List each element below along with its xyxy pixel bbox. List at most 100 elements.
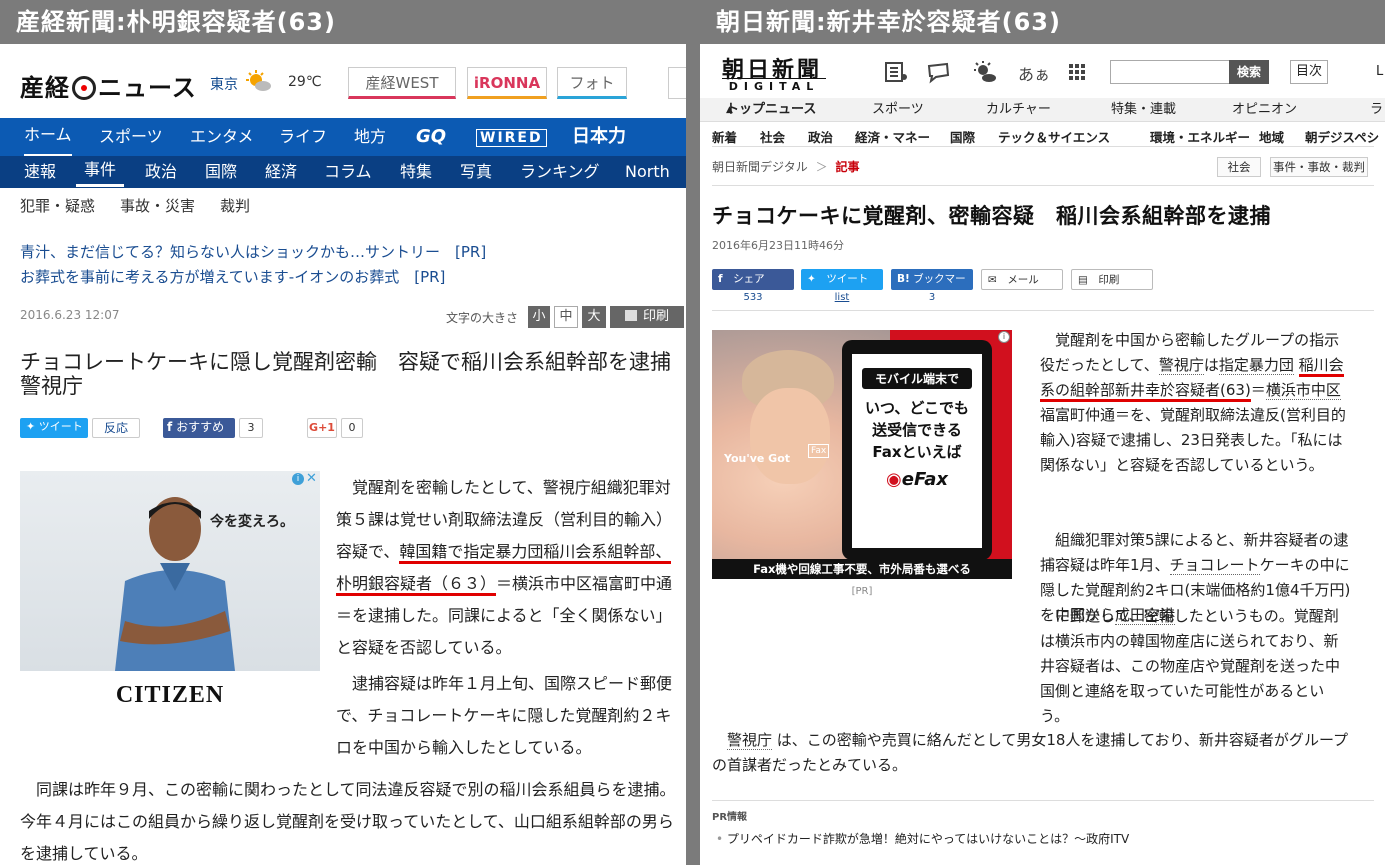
search-input[interactable] <box>1110 60 1230 84</box>
breadcrumb-home[interactable]: 朝日新聞デジタル <box>712 160 808 174</box>
link-keishicho-2[interactable]: 警視庁 <box>727 731 773 750</box>
subnav-ranking[interactable]: ランキング <box>520 156 600 188</box>
nav-overflow[interactable]: ラ <box>1370 98 1383 122</box>
ad-brand: CITIZEN <box>115 682 225 708</box>
facebook-button[interactable]: f おすすめ <box>163 418 235 438</box>
nav-sports[interactable]: スポーツ <box>99 118 163 156</box>
article-date: 2016.6.23 12:07 <box>20 308 120 322</box>
subnav-region[interactable]: 地域 <box>1259 127 1284 146</box>
tag-society[interactable]: 社会 <box>1217 157 1261 177</box>
nav-local[interactable]: 地方 <box>354 118 386 156</box>
subnav-column[interactable]: コラム <box>324 156 372 188</box>
nav-wired[interactable]: WIRED <box>476 129 547 147</box>
adchoices-icon[interactable]: i <box>998 331 1010 343</box>
link-yokohama-naka[interactable]: 横浜市中区 <box>1265 381 1341 400</box>
sun-cloud-icon <box>246 70 271 91</box>
main-nav: ホーム スポーツ エンタメ ライフ 地方 GQ WIRED 日本力 <box>0 118 686 156</box>
chat-icon[interactable] <box>926 60 952 84</box>
grid-menu-icon[interactable] <box>1064 60 1090 84</box>
right-banner: 朝日新聞:新井幸於容疑者(63) <box>700 0 1385 44</box>
tnav-crime[interactable]: 犯罪・疑惑 <box>20 195 95 216</box>
gplus-button[interactable]: G+1 <box>307 418 337 438</box>
subnav-world[interactable]: 国際 <box>950 127 975 146</box>
print-button[interactable]: 印刷 <box>610 306 684 328</box>
tweet-label: ツイート <box>38 420 83 433</box>
nav-culture[interactable]: カルチャー <box>986 98 1051 122</box>
nav-entame[interactable]: エンタメ <box>190 118 254 156</box>
font-size-toggle[interactable]: あぁ <box>1018 61 1050 85</box>
pr-link-1[interactable]: 青汁、まだ信じてる？知らない人はショックかも…サントリー [PR] <box>20 241 486 262</box>
weather-city: 東京 <box>210 77 238 93</box>
nav-life[interactable]: ライフ <box>279 118 327 156</box>
subnav-seiji[interactable]: 政治 <box>145 156 177 188</box>
ad-line3: 送受信できる <box>872 421 962 439</box>
tab-photo[interactable]: フォト <box>557 67 627 99</box>
tweet-reaction[interactable]: 反応 <box>92 418 140 438</box>
subnav-keizai[interactable]: 経済 <box>265 156 297 188</box>
link-inagawakai[interactable]: 稲川会 <box>1298 356 1344 377</box>
weather-icon[interactable] <box>972 60 998 84</box>
subnav-shashin[interactable]: 写真 <box>460 156 492 188</box>
p2-text-c: に郵送して、密輸したというもの。覚醒剤は横浜市内の韓国物産店に送られており、新井… <box>1040 607 1341 725</box>
font-large-button[interactable]: 大 <box>582 306 606 328</box>
nav-gq[interactable]: GQ <box>416 118 446 156</box>
link-chocolate[interactable]: チョコレート <box>1169 556 1260 575</box>
p1-text-b: は <box>1203 356 1219 374</box>
newspaper-icon[interactable] <box>883 60 909 84</box>
ad-line4: Faxといえば <box>872 443 962 461</box>
print-button[interactable]: ▤ 印刷 <box>1071 269 1153 290</box>
index-button[interactable]: 目次 <box>1290 60 1328 84</box>
subnav-sokuhou[interactable]: 速報 <box>24 156 56 188</box>
header-edge-text: L <box>1376 64 1384 79</box>
nav-opinion[interactable]: オピニオン <box>1232 98 1297 122</box>
link-shitei-boryokudan[interactable]: 指定暴力団 <box>1218 356 1294 375</box>
search-button[interactable]: 検索 <box>1229 60 1269 84</box>
subnav-tech[interactable]: テック＆サイエンス <box>998 127 1110 146</box>
sankei-logo[interactable]: 産経 ニュース <box>20 68 197 103</box>
ad-fax-tag: Fax <box>808 444 830 458</box>
tweet-label: ツイート <box>826 273 869 285</box>
pr-item[interactable]: • プリペイドカード詐欺が急増！絶対にやってはいけないことは？～政府ITV <box>716 830 1129 847</box>
tnav-accident[interactable]: 事故・災害 <box>120 195 195 216</box>
tweet-button[interactable]: ✦ ツイート <box>20 418 88 438</box>
pr-link-2[interactable]: お葬式を事前に考える方が増えています-イオンのお葬式 [PR] <box>20 266 445 287</box>
citizen-ad[interactable]: 今を変えろ。 i ✕ <box>20 471 320 671</box>
share-divider <box>712 310 1374 311</box>
tweet-count[interactable]: list <box>801 292 883 303</box>
subnav-politics[interactable]: 政治 <box>808 127 833 146</box>
fb-share-button[interactable]: f シェア <box>712 269 794 290</box>
subnav-economy[interactable]: 経済・マネー <box>855 127 930 146</box>
subnav-northkorea[interactable]: North Ko <box>625 156 686 220</box>
tab-sankei-west[interactable]: 産経WEST <box>348 67 456 99</box>
font-small-button[interactable]: 小 <box>528 306 550 328</box>
nav-sports[interactable]: スポーツ <box>872 98 924 122</box>
efax-ad[interactable]: モバイル端末で いつ、どこでも 送受信できる Faxといえば ◉eFax You… <box>712 330 1012 579</box>
subnav-kokusai[interactable]: 国際 <box>205 156 237 188</box>
nav-nihonryoku[interactable]: 日本力 <box>572 118 626 156</box>
hatena-button[interactable]: B! ブックマーク <box>891 269 973 306</box>
subnav-tokushu[interactable]: 特集 <box>400 156 432 188</box>
nav-home[interactable]: ホーム <box>24 118 72 156</box>
nav-features[interactable]: 特集・連載 <box>1111 98 1176 122</box>
asahi-main-nav: ▲ トップニュース スポーツ カルチャー 特集・連載 オピニオン ラ <box>700 98 1385 122</box>
subnav-jiken[interactable]: 事件 <box>76 156 125 187</box>
ad-face <box>750 388 830 484</box>
mail-button[interactable]: ✉ メール <box>981 269 1063 290</box>
subnav-special[interactable]: 朝デジスペシ <box>1305 127 1379 146</box>
ad-got: You've Got <box>724 452 791 465</box>
font-medium-button[interactable]: 中 <box>554 306 578 328</box>
facebook-count: 3 <box>239 418 263 438</box>
ad-close-icon[interactable]: ✕ <box>306 471 317 486</box>
tnav-trial[interactable]: 裁判 <box>220 195 250 216</box>
sankei-header: 産経 ニュース 東京 29℃ 産経WEST iRONNA フォト <box>0 44 686 118</box>
subnav-environment[interactable]: 環境・エネルギー <box>1150 127 1250 146</box>
subnav-new[interactable]: 新着 <box>712 127 737 146</box>
tag-incident[interactable]: 事件・事故・裁判 <box>1270 157 1368 177</box>
tab-overflow[interactable] <box>668 67 686 99</box>
tab-ironna[interactable]: iRONNA <box>467 67 547 99</box>
fb-share-label: シェア <box>733 273 765 285</box>
tweet-button[interactable]: ✦ ツイート <box>801 269 883 290</box>
adchoices-icon[interactable]: i <box>292 473 304 485</box>
link-keishicho[interactable]: 警視庁 <box>1158 356 1204 375</box>
subnav-society[interactable]: 社会 <box>760 127 785 146</box>
